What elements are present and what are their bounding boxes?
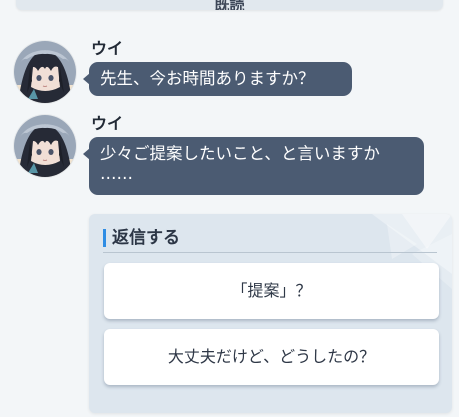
- reply-header: 返信する: [103, 226, 437, 253]
- message-bubble: 先生、今お時間ありますか？: [83, 62, 352, 96]
- sender-name: ウイ: [91, 114, 124, 133]
- character-portrait-icon: [14, 41, 76, 103]
- character-portrait-icon: [14, 115, 76, 177]
- sender-avatar[interactable]: [14, 115, 76, 177]
- reply-title: 返信する: [112, 228, 180, 248]
- reply-accent-bar: [103, 229, 106, 247]
- sender-avatar[interactable]: [14, 41, 76, 103]
- reply-option-button[interactable]: 「提案」？: [104, 263, 439, 319]
- reply-option-button[interactable]: 大丈夫だけど、どうしたの？: [104, 329, 439, 385]
- reply-panel: 返信する 「提案」？ 大丈夫だけど、どうしたの？: [89, 214, 452, 413]
- message-bubble: 少々ご提案したいこと、と言いますか ……: [83, 137, 424, 195]
- sender-name: ウイ: [91, 39, 124, 58]
- read-status-label: 既読: [214, 0, 245, 10]
- read-status-bar: 既読: [16, 0, 443, 10]
